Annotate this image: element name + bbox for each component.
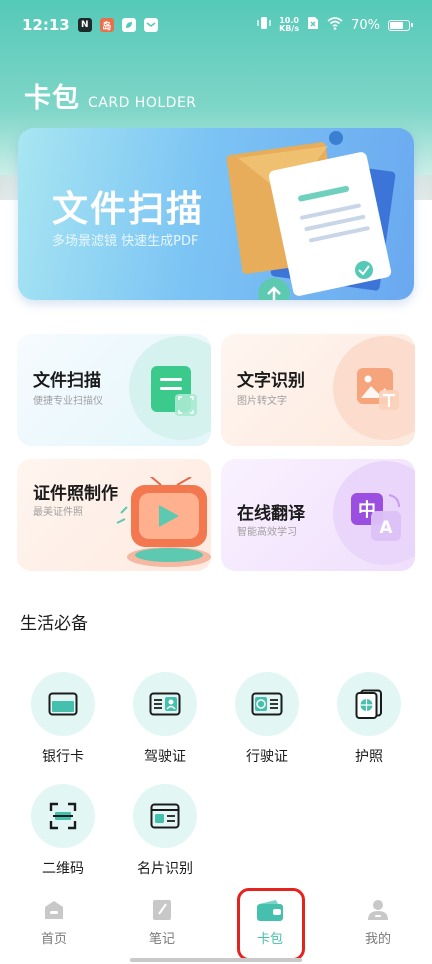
nav-label: 我的 xyxy=(364,932,391,947)
card-title: 证件照制作 xyxy=(33,484,118,504)
nav-profile[interactable]: 我的 xyxy=(324,892,432,964)
card-document-scan[interactable]: 文件扫描 便捷专业扫描仪 xyxy=(17,334,211,446)
status-right: 10.0 KB/s 70% xyxy=(257,16,413,34)
nav-notes[interactable]: 笔记 xyxy=(108,892,216,964)
page-title-cn: 卡包 xyxy=(24,83,80,114)
active-tab-highlight xyxy=(237,888,305,961)
scan-banner[interactable]: 文件扫描 多场景滤镜 快速生成PDF xyxy=(18,128,414,300)
tool-business-card[interactable]: 名片识别 xyxy=(120,784,210,884)
banner-title: 文件扫描 xyxy=(52,189,205,230)
tool-icon-circle xyxy=(133,672,197,736)
card-subtitle: 便捷专业扫描仪 xyxy=(33,396,103,407)
bank-card-icon xyxy=(48,692,78,716)
vibrate-icon xyxy=(257,16,271,34)
card-title: 在线翻译 xyxy=(237,504,305,524)
tool-driver-license[interactable]: 驾驶证 xyxy=(120,672,210,772)
tool-icon-circle xyxy=(235,672,299,736)
battery-icon xyxy=(388,19,413,31)
status-time: 12:13 xyxy=(22,16,70,34)
card-subtitle: 图片转文字 xyxy=(237,396,287,407)
card-text-recognition[interactable]: 文字识别 图片转文字 xyxy=(221,334,415,446)
driver-license-icon xyxy=(149,692,181,716)
card-title: 文件扫描 xyxy=(33,371,101,391)
notification-mail-icon xyxy=(143,18,158,32)
home-icon xyxy=(45,901,63,919)
id-photo-tv-icon xyxy=(116,477,211,567)
section-title: 生活必备 xyxy=(20,614,88,634)
document-scan-icon xyxy=(151,366,197,416)
tool-bank-card[interactable]: 银行卡 xyxy=(18,672,108,772)
tool-label: 驾驶证 xyxy=(144,749,186,765)
notification-app-icon: 岛 xyxy=(99,18,114,32)
tool-icon-circle xyxy=(31,672,95,736)
sim-icon xyxy=(307,16,319,34)
home-indicator[interactable] xyxy=(130,958,302,962)
page-title: 卡包 CARD HOLDER xyxy=(24,76,197,115)
card-subtitle: 智能高效学习 xyxy=(237,527,297,538)
profile-icon xyxy=(368,900,388,920)
document-illustration-icon xyxy=(226,131,396,300)
passport-icon xyxy=(355,689,382,719)
notes-icon xyxy=(153,900,171,920)
nav-home[interactable]: 首页 xyxy=(0,892,108,964)
card-id-photo[interactable]: 证件照制作 最美证件照 xyxy=(17,459,211,571)
tool-passport[interactable]: 护照 xyxy=(324,672,414,772)
tool-icon-circle xyxy=(31,784,95,848)
net-speed: 10.0 KB/s xyxy=(279,17,299,33)
tool-icon-circle xyxy=(337,672,401,736)
business-card-icon xyxy=(150,803,180,829)
card-title: 文字识别 xyxy=(237,371,305,391)
bottom-nav: 首页 笔记 卡包 我的 xyxy=(0,892,432,964)
svg-text:A: A xyxy=(379,518,393,538)
text-recognition-icon xyxy=(357,368,399,410)
net-speed-unit: KB/s xyxy=(279,24,300,33)
tool-label: 二维码 xyxy=(42,861,84,877)
tool-label: 银行卡 xyxy=(42,749,84,765)
tool-label: 行驶证 xyxy=(246,749,288,765)
nav-label: 笔记 xyxy=(148,932,175,947)
page-title-en: CARD HOLDER xyxy=(88,95,197,111)
status-bar: 12:13 N 岛 10.0 KB/s 70% xyxy=(0,0,432,50)
notification-leaf-icon xyxy=(121,18,136,32)
wifi-icon xyxy=(327,16,343,34)
tool-label: 名片识别 xyxy=(137,861,193,877)
banner-subtitle: 多场景滤镜 快速生成PDF xyxy=(52,234,199,249)
tool-vehicle-license[interactable]: 行驶证 xyxy=(222,672,312,772)
tool-label: 护照 xyxy=(355,749,383,765)
notification-n-icon: N xyxy=(77,18,92,32)
card-online-translate[interactable]: 在线翻译 智能高效学习 中 A xyxy=(221,459,415,571)
tool-icon-circle xyxy=(133,784,197,848)
qr-code-icon xyxy=(49,802,77,830)
status-left: 12:13 N 岛 xyxy=(22,16,158,34)
translate-icon: 中 A xyxy=(351,493,401,541)
battery-level: 70% xyxy=(351,17,380,33)
card-subtitle: 最美证件照 xyxy=(33,507,83,518)
tool-qr-code[interactable]: 二维码 xyxy=(18,784,108,884)
vehicle-license-icon xyxy=(251,692,283,716)
nav-label: 首页 xyxy=(40,932,67,947)
